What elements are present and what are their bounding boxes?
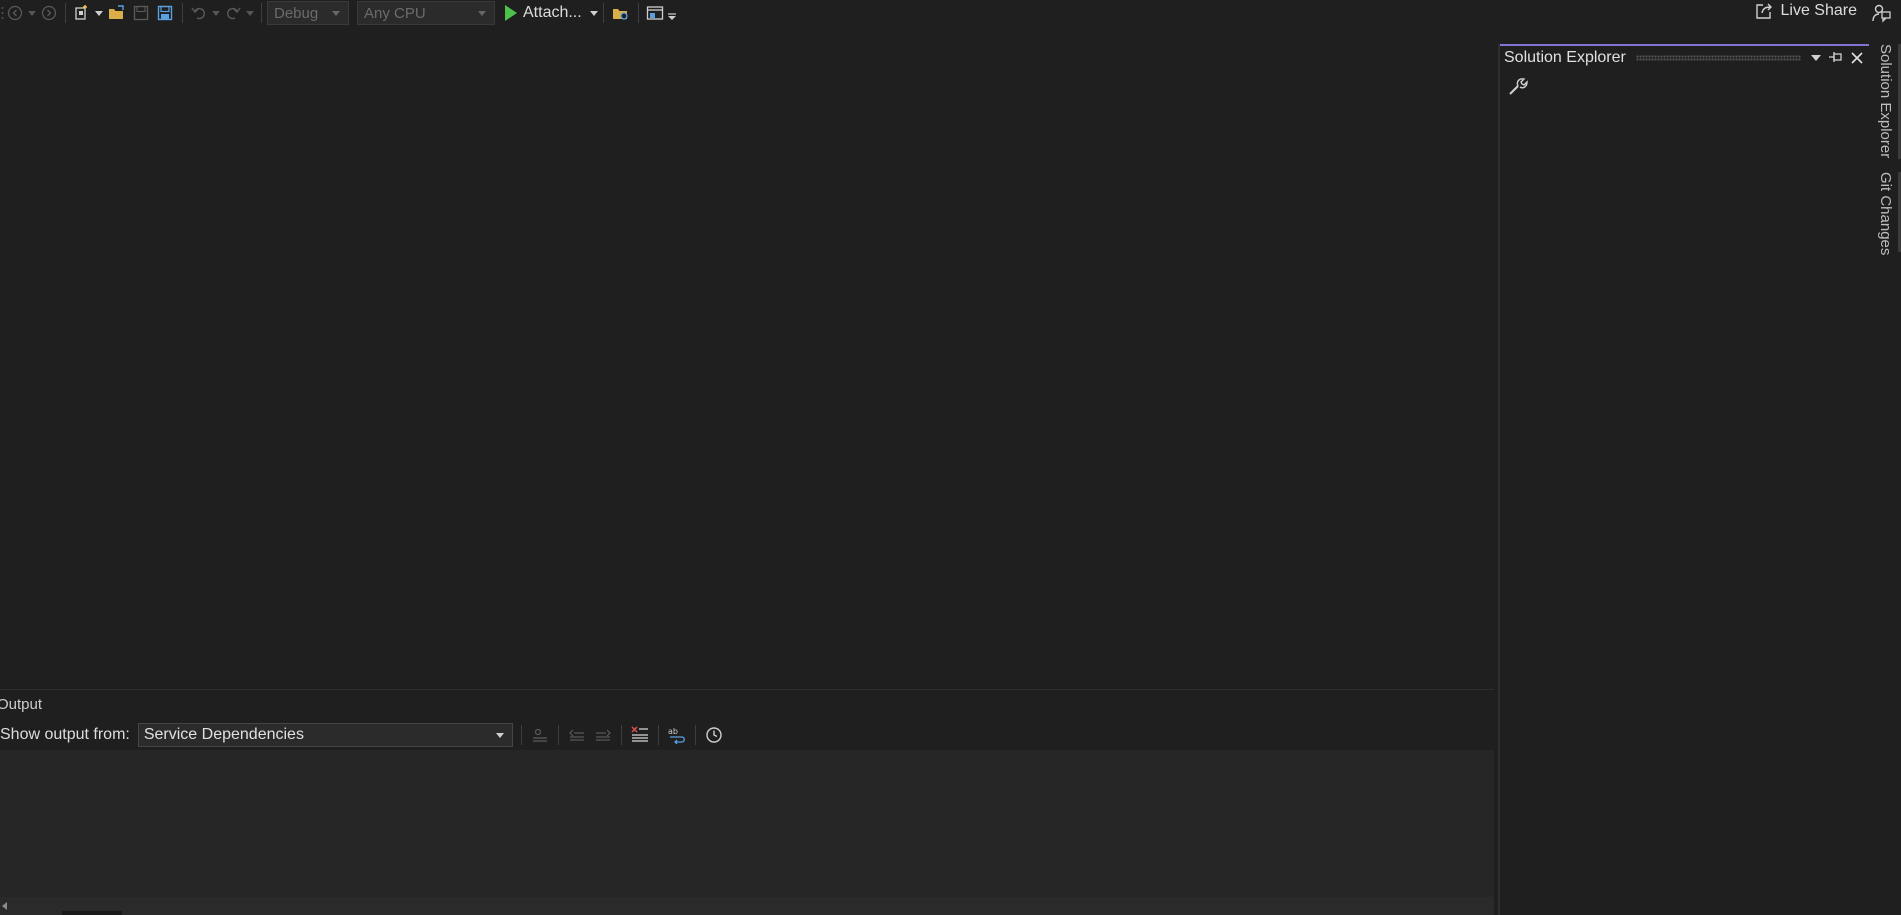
close-icon[interactable] — [1851, 52, 1863, 64]
save-icon[interactable] — [129, 1, 153, 25]
next-message-icon[interactable] — [590, 723, 616, 747]
redo-dropdown[interactable] — [244, 1, 256, 25]
toolbar-separator — [602, 3, 604, 23]
output-horizontal-scrollbar[interactable] — [0, 897, 1494, 915]
pin-icon[interactable] — [1829, 52, 1843, 64]
side-tab-label: Solution Explorer — [1877, 44, 1894, 159]
panel-controls — [1811, 52, 1871, 64]
new-project-dropdown[interactable] — [93, 1, 105, 25]
toolbar-separator — [694, 725, 696, 745]
output-panel: Output Show output from: Service Depende… — [0, 689, 1494, 915]
toolbar-separator — [520, 725, 522, 745]
scrollbar-thumb[interactable] — [62, 911, 122, 915]
nav-forward-icon[interactable] — [38, 1, 60, 25]
toolbar-separator — [637, 3, 639, 23]
toolbar-separator — [557, 725, 559, 745]
show-output-from-label: Show output from: — [0, 726, 130, 743]
side-tab-label: Git Changes — [1877, 172, 1894, 256]
start-icon — [505, 5, 517, 21]
output-panel-title: Output — [0, 696, 43, 713]
toolbar-separator — [261, 3, 262, 23]
live-share-label: Live Share — [1780, 2, 1858, 19]
nav-back-icon[interactable] — [4, 1, 26, 25]
svg-text:ab: ab — [668, 727, 678, 736]
output-toolbar: Show output from: Service Dependencies a… — [0, 720, 727, 750]
browse-folder-icon[interactable] — [609, 1, 633, 25]
window-position-dropdown-icon[interactable] — [1811, 55, 1821, 61]
output-source-select[interactable]: Service Dependencies — [137, 723, 513, 747]
chevron-down-icon[interactable] — [589, 10, 598, 16]
chevron-down-icon — [478, 10, 486, 16]
save-all-icon[interactable] — [153, 1, 177, 25]
side-tab-strip: Solution Explorer Git Changes — [1869, 40, 1901, 915]
toolbar-separator — [65, 3, 66, 23]
side-tab-solution-explorer[interactable]: Solution Explorer — [1869, 44, 1901, 162]
redo-icon[interactable] — [222, 1, 244, 25]
clear-all-icon[interactable] — [627, 723, 653, 747]
feedback-icon[interactable] — [1871, 3, 1891, 27]
open-folder-icon[interactable] — [105, 1, 129, 25]
undo-dropdown[interactable] — [210, 1, 222, 25]
platform-select[interactable]: Any CPU — [357, 1, 495, 25]
toolbar-separator — [182, 3, 183, 23]
platform-value: Any CPU — [364, 4, 426, 22]
share-icon — [1755, 3, 1772, 19]
start-debug-label: Attach... — [523, 4, 582, 21]
clock-icon[interactable] — [701, 723, 727, 747]
wrench-icon[interactable] — [1508, 76, 1528, 100]
toolbar-separator — [620, 725, 622, 745]
solution-explorer-panel: Solution Explorer — [1498, 44, 1871, 915]
chevron-down-icon — [495, 732, 504, 738]
window-layout-icon[interactable] — [644, 1, 666, 25]
panel-grip[interactable] — [1635, 55, 1801, 61]
toolbar-overflow-icon[interactable] — [666, 1, 678, 25]
document-well — [0, 26, 1494, 689]
output-source-value: Service Dependencies — [143, 726, 304, 743]
new-project-icon[interactable] — [71, 1, 93, 25]
output-text-area[interactable] — [0, 750, 1494, 898]
solution-explorer-title: Solution Explorer — [1504, 49, 1626, 66]
main-toolbar: Debug Any CPU Attach... — [0, 0, 1901, 26]
configuration-select[interactable]: Debug — [267, 1, 349, 25]
word-wrap-icon[interactable]: ab — [664, 723, 690, 747]
scroll-left-icon[interactable] — [2, 902, 7, 910]
configuration-value: Debug — [274, 4, 319, 22]
undo-icon[interactable] — [188, 1, 210, 25]
nav-back-dropdown[interactable] — [26, 1, 38, 25]
side-tab-git-changes[interactable]: Git Changes — [1869, 172, 1901, 258]
find-message-in-code-icon[interactable] — [527, 723, 553, 747]
chevron-down-icon — [332, 10, 340, 16]
live-share-button[interactable]: Live Share — [1755, 2, 1858, 20]
solution-explorer-header: Solution Explorer — [1500, 44, 1871, 70]
toolbar-separator — [657, 725, 659, 745]
previous-message-icon[interactable] — [564, 723, 590, 747]
start-debug-button[interactable]: Attach... — [505, 4, 598, 22]
